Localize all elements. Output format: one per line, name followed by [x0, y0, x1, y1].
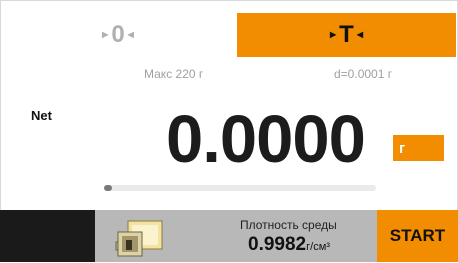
capacity-bar-fill	[104, 185, 112, 191]
zero-button[interactable]: ▶ 0 ◀	[2, 13, 234, 57]
max-capacity-label: Макс 220 г	[144, 67, 204, 81]
arrow-right-icon: ▶	[102, 29, 109, 39]
density-kit-icon[interactable]	[114, 220, 166, 258]
density-value: 0.9982	[248, 234, 307, 255]
arrow-right-icon: ▶	[330, 29, 337, 39]
arrow-left-icon: ◀	[127, 29, 134, 39]
density-label: Плотность среды	[240, 218, 337, 232]
unit-label: г	[399, 139, 406, 157]
arrow-left-icon: ◀	[356, 29, 363, 39]
unit-button[interactable]: г	[393, 135, 444, 161]
weight-display: 0.0000	[166, 102, 366, 177]
zero-label: 0	[111, 21, 125, 48]
tare-label: T	[339, 21, 354, 48]
net-mode-label: Net	[31, 108, 52, 123]
start-label: START	[389, 226, 446, 245]
density-unit: г/см³	[306, 241, 330, 253]
capacity-bar	[104, 185, 376, 191]
density-value-row: 0.9982г/см³	[248, 234, 330, 256]
start-button[interactable]: START	[377, 210, 458, 262]
tare-button[interactable]: ▶ T ◀	[237, 13, 456, 57]
readability-label: d=0.0001 г	[334, 67, 393, 81]
bottom-left-panel	[0, 210, 95, 262]
